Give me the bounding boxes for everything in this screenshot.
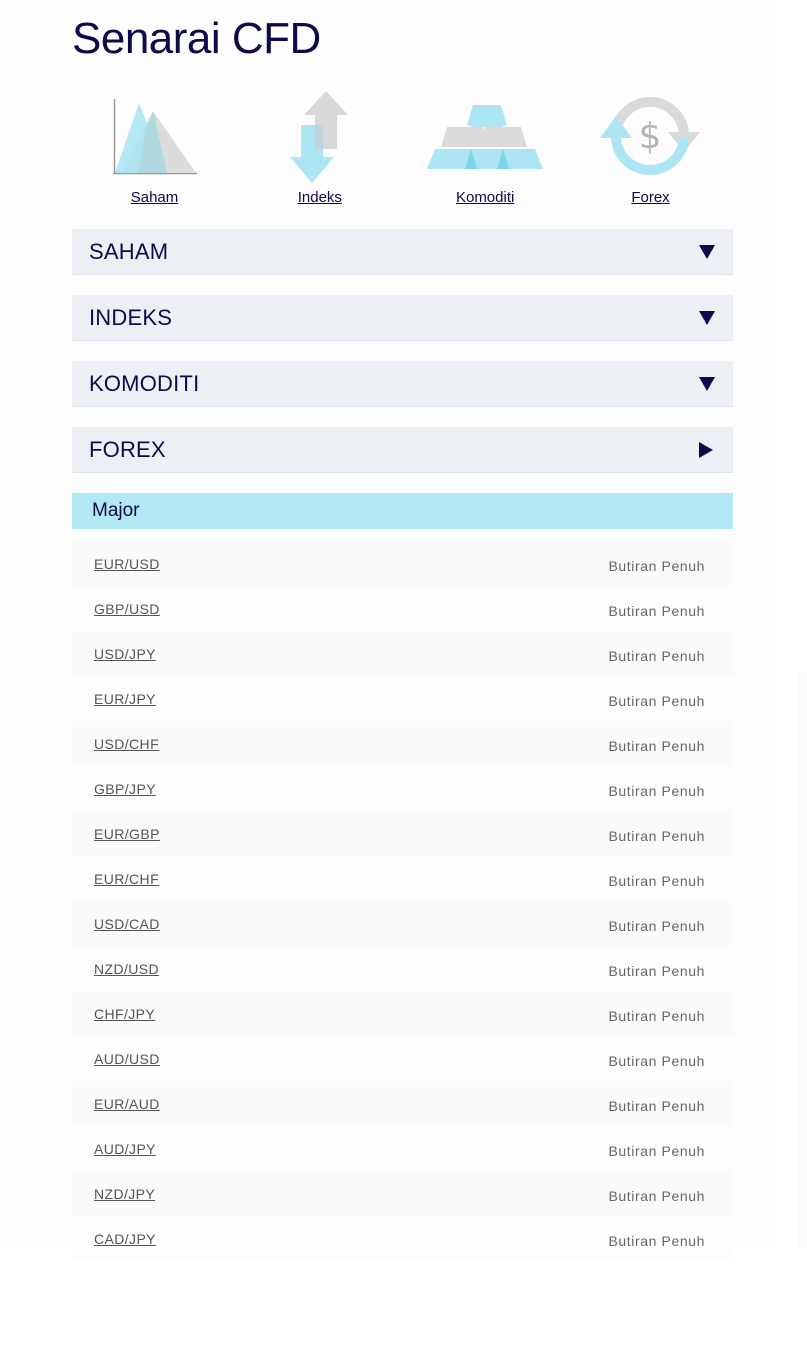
- table-row: GBP/USD Butiran Penuh: [72, 586, 733, 631]
- table-row: USD/CHF Butiran Penuh: [72, 721, 733, 766]
- forex-pair-link[interactable]: GBP/JPY: [94, 781, 156, 797]
- category-link-komoditi[interactable]: Komoditi: [403, 94, 568, 229]
- table-row: GBP/JPY Butiran Penuh: [72, 766, 733, 811]
- table-row: AUD/JPY Butiran Penuh: [72, 1126, 733, 1171]
- forex-pair-link[interactable]: GBP/USD: [94, 601, 160, 617]
- full-details-link[interactable]: Butiran Penuh: [608, 918, 705, 934]
- forex-pair-link[interactable]: NZD/USD: [94, 961, 159, 977]
- forex-pair-link[interactable]: USD/CHF: [94, 736, 159, 752]
- full-details-link[interactable]: Butiran Penuh: [608, 738, 705, 754]
- category-label: Saham: [130, 189, 179, 206]
- table-row: NZD/USD Butiran Penuh: [72, 946, 733, 991]
- accordion-indeks[interactable]: INDEKS: [72, 295, 733, 341]
- accordion-title: INDEKS: [89, 304, 173, 330]
- triangle-down-icon: [699, 310, 715, 325]
- accordion-title: FOREX: [89, 436, 166, 462]
- scroll-gutter: [777, 0, 807, 1248]
- category-nav: Saham Indeks Komoditi $ Forex: [72, 91, 733, 229]
- forex-pair-link[interactable]: AUD/USD: [94, 1051, 160, 1067]
- triangle-right-icon: [699, 441, 713, 458]
- page-title: Senarai CFD: [72, 14, 321, 63]
- scroll-gutter-lower: [798, 672, 807, 1248]
- accordion-komoditi[interactable]: KOMODITI: [72, 361, 733, 407]
- forex-pair-link[interactable]: CHF/JPY: [94, 1006, 155, 1022]
- category-link-forex[interactable]: $ Forex: [568, 94, 733, 229]
- full-details-link[interactable]: Butiran Penuh: [608, 963, 705, 979]
- accordion-title: KOMODITI: [89, 370, 200, 396]
- triangle-down-icon: [699, 376, 715, 391]
- forex-pair-link[interactable]: AUD/JPY: [94, 1141, 156, 1157]
- cfd-accordion: SAHAM INDEKS KOMODITI FOREX Major EUR/US…: [72, 229, 733, 1261]
- table-row: USD/JPY Butiran Penuh: [72, 631, 733, 676]
- category-label: Indeks: [297, 189, 342, 206]
- full-details-link[interactable]: Butiran Penuh: [608, 648, 705, 664]
- forex-pair-link[interactable]: EUR/CHF: [94, 871, 159, 887]
- forex-pair-link[interactable]: USD/CAD: [94, 916, 160, 932]
- accordion-title: SAHAM: [89, 238, 169, 264]
- category-link-indeks[interactable]: Indeks: [237, 91, 402, 229]
- forex-pair-link[interactable]: USD/JPY: [94, 646, 156, 662]
- table-row: USD/CAD Butiran Penuh: [72, 901, 733, 946]
- category-link-saham[interactable]: Saham: [72, 94, 237, 229]
- full-details-link[interactable]: Butiran Penuh: [608, 1143, 705, 1159]
- currency-exchange-icon: $: [598, 94, 702, 180]
- table-row: EUR/USD Butiran Penuh: [72, 541, 733, 586]
- table-row: CAD/JPY Butiran Penuh: [72, 1216, 733, 1261]
- forex-pair-link[interactable]: EUR/GBP: [94, 826, 160, 842]
- category-label: Komoditi: [455, 189, 515, 206]
- main-content: Senarai CFD Saham Indeks Komoditi $ Fore…: [72, 0, 733, 1261]
- table-row: EUR/AUD Butiran Penuh: [72, 1081, 733, 1126]
- table-row: EUR/GBP Butiran Penuh: [72, 811, 733, 856]
- full-details-link[interactable]: Butiran Penuh: [608, 1098, 705, 1114]
- full-details-link[interactable]: Butiran Penuh: [608, 783, 705, 799]
- forex-pair-link[interactable]: EUR/JPY: [94, 691, 156, 707]
- accordion-forex[interactable]: FOREX: [72, 427, 733, 473]
- triangle-down-icon: [699, 244, 715, 259]
- full-details-link[interactable]: Butiran Penuh: [608, 1188, 705, 1204]
- full-details-link[interactable]: Butiran Penuh: [608, 603, 705, 619]
- index-arrows-icon: [289, 91, 351, 183]
- forex-pair-link[interactable]: EUR/AUD: [94, 1096, 160, 1112]
- full-details-link[interactable]: Butiran Penuh: [608, 1008, 705, 1024]
- forex-pair-link[interactable]: CAD/JPY: [94, 1231, 156, 1247]
- accordion-saham[interactable]: SAHAM: [72, 229, 733, 275]
- category-label: Forex: [631, 189, 670, 206]
- stock-chart-icon: [112, 94, 197, 180]
- table-row: EUR/JPY Butiran Penuh: [72, 676, 733, 721]
- full-details-link[interactable]: Butiran Penuh: [608, 828, 705, 844]
- forex-pair-link[interactable]: NZD/JPY: [94, 1186, 155, 1202]
- table-row: EUR/CHF Butiran Penuh: [72, 856, 733, 901]
- forex-group-major: Major: [72, 493, 733, 529]
- gold-bars-icon: [421, 94, 549, 180]
- table-row: NZD/JPY Butiran Penuh: [72, 1171, 733, 1216]
- full-details-link[interactable]: Butiran Penuh: [608, 558, 705, 574]
- full-details-link[interactable]: Butiran Penuh: [608, 693, 705, 709]
- forex-pair-link[interactable]: EUR/USD: [94, 556, 160, 572]
- table-row: AUD/USD Butiran Penuh: [72, 1036, 733, 1081]
- svg-text:$: $: [639, 116, 662, 157]
- table-row: CHF/JPY Butiran Penuh: [72, 991, 733, 1036]
- full-details-link[interactable]: Butiran Penuh: [608, 873, 705, 889]
- full-details-link[interactable]: Butiran Penuh: [608, 1233, 705, 1249]
- forex-pair-list: EUR/USD Butiran Penuh GBP/USD Butiran Penuh…: [72, 541, 733, 1261]
- full-details-link[interactable]: Butiran Penuh: [608, 1053, 705, 1069]
